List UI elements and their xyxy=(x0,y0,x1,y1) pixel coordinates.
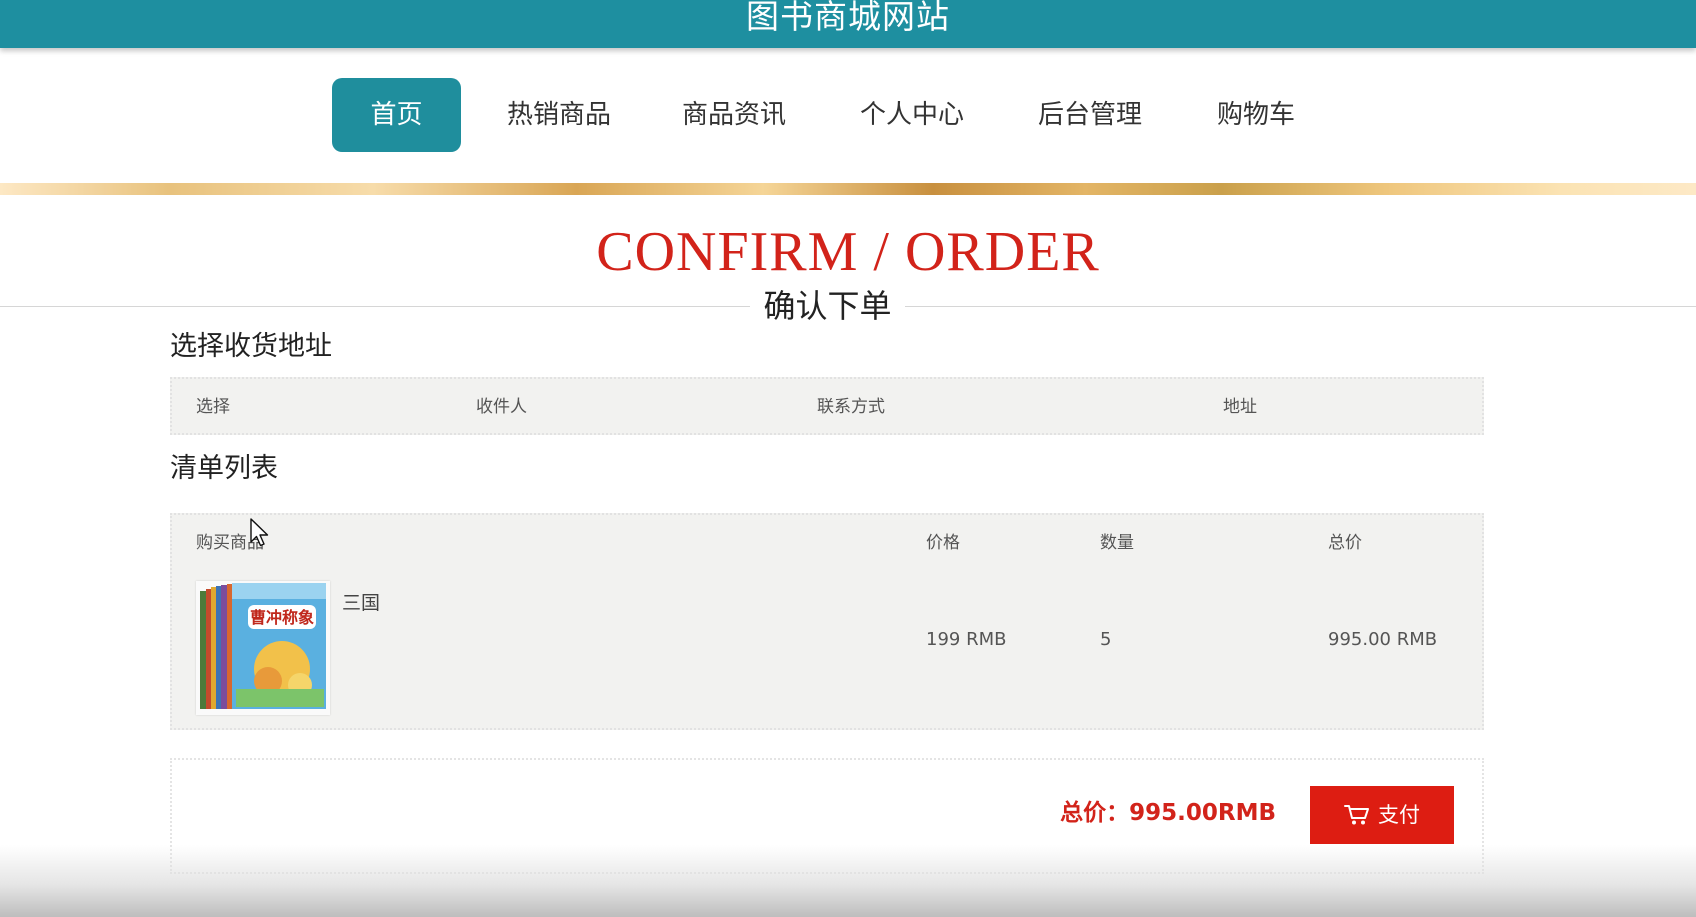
site-title: 图书商城网站 xyxy=(746,0,950,36)
product-quantity: 5 xyxy=(1100,629,1112,650)
nav-item-product-news[interactable]: 商品资讯 xyxy=(664,78,804,152)
product-thumbnail[interactable]: 曹冲称象 xyxy=(196,581,330,715)
product-name-link[interactable]: 三国 xyxy=(342,591,380,615)
items-col-quantity: 数量 xyxy=(1100,533,1134,553)
cart-icon xyxy=(1344,805,1369,825)
checkout-bar: 总价：995.00RMB 支付 xyxy=(170,758,1484,874)
mouse-cursor-icon xyxy=(250,518,269,547)
main-nav: 首页 热销商品 商品资讯 个人中心 后台管理 购物车 xyxy=(0,78,1696,154)
nav-item-personal-center[interactable]: 个人中心 xyxy=(842,78,982,152)
book-cover-image: 曹冲称象 xyxy=(196,581,330,715)
order-items-table: 购买商品 价格 数量 总价 曹冲称象 三国 199 RMB 5 995.00 R… xyxy=(170,513,1484,730)
order-total: 总价：995.00RMB xyxy=(1060,800,1276,826)
list-section-title: 清单列表 xyxy=(170,453,278,484)
pay-button-label: 支付 xyxy=(1378,803,1420,827)
top-header-bar: 图书商城网站 xyxy=(0,0,1696,48)
nav-item-hot-products[interactable]: 热销商品 xyxy=(490,78,628,152)
items-col-total: 总价 xyxy=(1328,533,1362,553)
page-heading-cn: 确认下单 xyxy=(750,286,905,326)
items-col-price: 价格 xyxy=(926,533,960,553)
nav-item-admin[interactable]: 后台管理 xyxy=(1020,78,1160,152)
product-price: 199 RMB xyxy=(926,629,1007,650)
page-heading-en: CONFIRM / ORDER xyxy=(596,221,1100,283)
address-col-address: 地址 xyxy=(1223,397,1257,417)
product-total: 995.00 RMB xyxy=(1328,629,1438,650)
address-col-select: 选择 xyxy=(196,397,230,417)
book-cover-title: 曹冲称象 xyxy=(250,608,314,627)
address-col-contact: 联系方式 xyxy=(817,397,885,417)
address-table: 选择 收件人 联系方式 地址 xyxy=(170,377,1484,435)
decorative-gold-band xyxy=(0,183,1696,195)
nav-item-cart[interactable]: 购物车 xyxy=(1198,78,1314,152)
address-col-recipient: 收件人 xyxy=(476,397,527,417)
nav-item-home[interactable]: 首页 xyxy=(332,78,461,152)
address-section-title: 选择收货地址 xyxy=(170,331,332,362)
pay-button[interactable]: 支付 xyxy=(1310,786,1454,844)
